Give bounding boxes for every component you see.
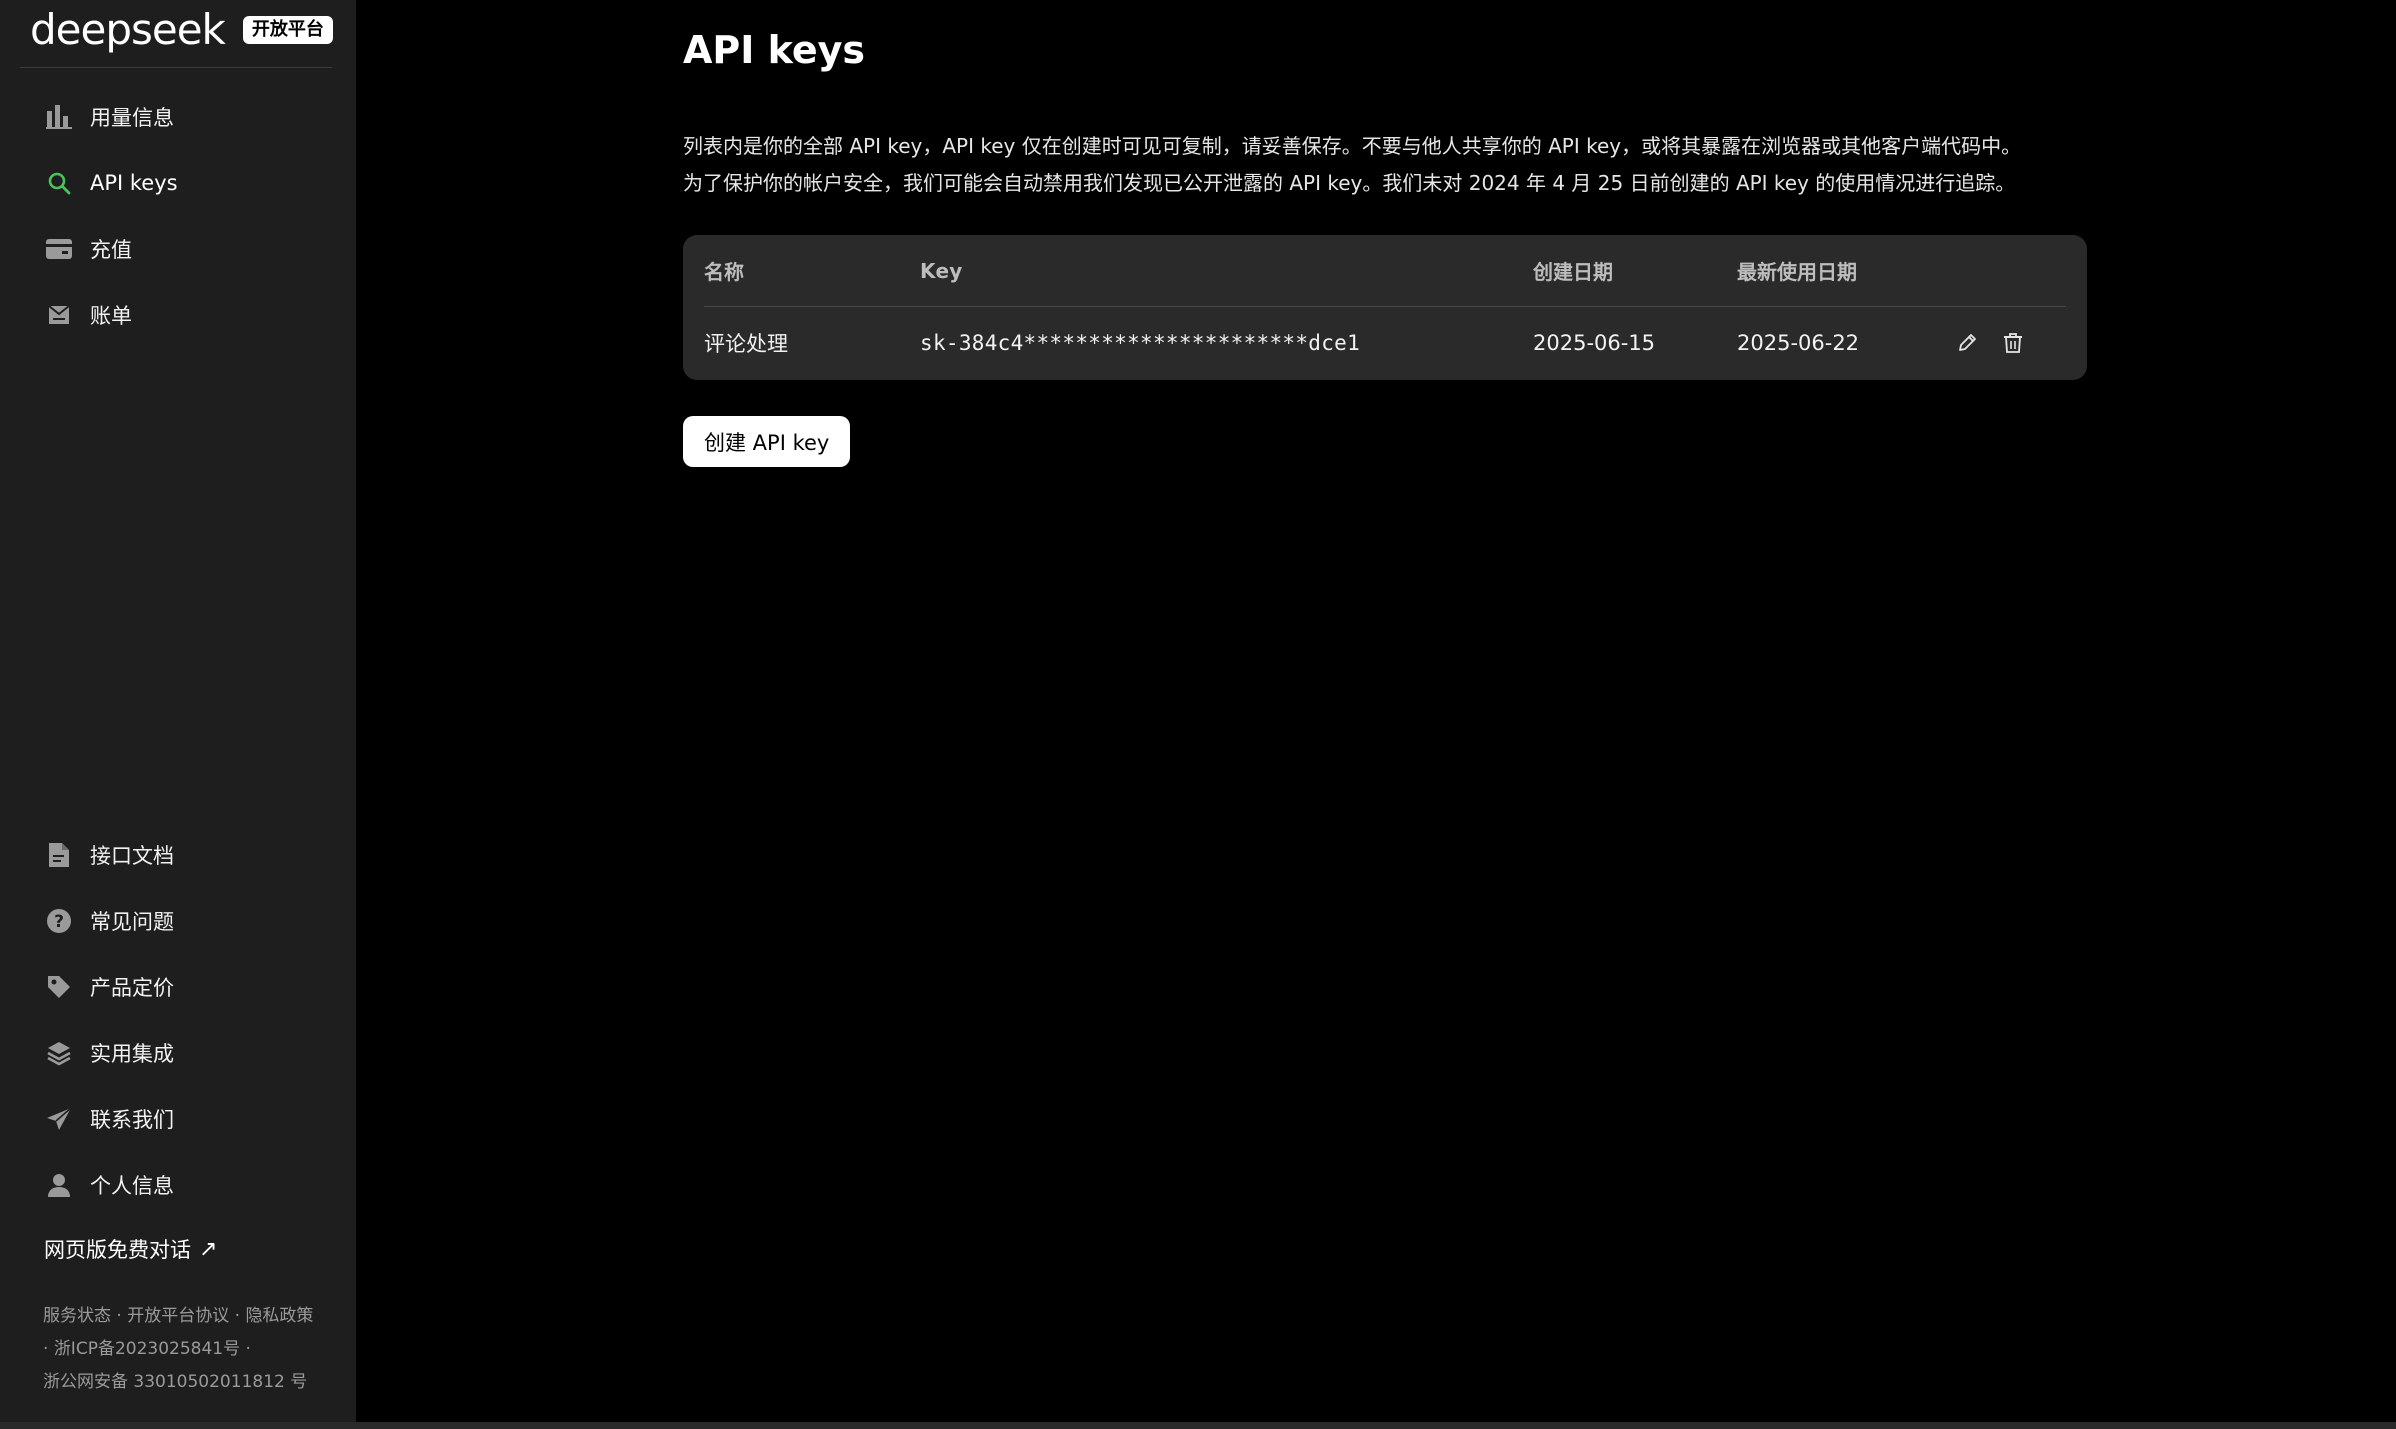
edit-icon[interactable] [1953,329,1981,357]
column-header-name: 名称 [704,260,744,284]
sidebar-item-faq[interactable]: ? 常见问题 [0,888,356,954]
key-created-date: 2025-06-15 [1533,331,1656,355]
table-row: 评论处理 sk-384c4**********************dce1 … [704,307,2066,379]
table-header: 名称 Key 创建日期 最新使用日期 [704,235,2066,307]
page-description: 列表内是你的全部 API key，API key 仅在创建时可见可复制，请妥善保… [683,128,2103,202]
page-title: API keys [683,28,866,72]
sidebar-item-docs[interactable]: 接口文档 [0,822,356,888]
document-icon [45,841,73,869]
sidebar-item-label: 账单 [90,304,132,328]
police-record-link[interactable]: 浙公网安备 33010502011812 号 [43,1372,307,1392]
sidebar: deepseek 开放平台 用量信息 API keys 充值 账单 接口文档 ?… [0,0,356,1422]
sidebar-item-label: 产品定价 [90,976,174,1000]
key-name: 评论处理 [704,332,788,356]
question-icon: ? [45,907,73,935]
privacy-policy-link[interactable]: 隐私政策 [245,1306,313,1326]
row-actions [1953,329,2027,357]
deepseek-logo[interactable]: deepseek [30,9,226,51]
wallet-icon [45,235,73,263]
footer-separator: · [43,1339,54,1359]
sidebar-item-label: 接口文档 [90,844,174,868]
sidebar-top-nav: 用量信息 API keys 充值 账单 [0,84,356,348]
bar-chart-icon [45,103,73,131]
footer-separator: · [111,1306,128,1326]
search-icon [45,169,73,197]
platform-badge: 开放平台 [242,16,333,44]
user-icon [45,1171,73,1199]
svg-text:?: ? [54,912,64,932]
sidebar-item-label: 充值 [90,238,132,262]
sidebar-item-label: 实用集成 [90,1042,174,1066]
send-icon [45,1105,73,1133]
external-link-icon: ↗ [199,1236,218,1262]
layers-icon [45,1039,73,1067]
sidebar-item-label: 用量信息 [90,106,174,130]
platform-agreement-link[interactable]: 开放平台协议 [127,1306,229,1326]
sidebar-item-label: 常见问题 [90,910,174,934]
delete-icon[interactable] [1999,329,2027,357]
icp-link[interactable]: 浙ICP备2023025841号 [54,1339,240,1359]
sidebar-item-label: API keys [90,171,178,195]
sidebar-item-integrations[interactable]: 实用集成 [0,1020,356,1086]
sidebar-item-label: 联系我们 [90,1108,174,1132]
sidebar-divider [20,67,332,68]
sidebar-item-pricing[interactable]: 产品定价 [0,954,356,1020]
key-last-used-date: 2025-06-22 [1737,331,1860,355]
sidebar-item-api-keys[interactable]: API keys [0,150,356,216]
description-line: 列表内是你的全部 API key，API key 仅在创建时可见可复制，请妥善保… [683,134,2022,158]
key-value: sk-384c4**********************dce1 [920,331,1361,355]
sidebar-bottom-nav: 接口文档 ? 常见问题 产品定价 实用集成 联系我们 个人信息 [0,822,356,1218]
column-header-key: Key [920,258,963,283]
create-api-key-button[interactable]: 创建 API key [683,416,851,467]
footer-separator: · [229,1306,246,1326]
web-chat-label: 网页版免费对话 [44,1238,191,1262]
footer-links: 服务状态 · 开放平台协议 · 隐私政策 · 浙ICP备2023025841号 … [43,1300,343,1399]
sidebar-item-usage[interactable]: 用量信息 [0,84,356,150]
sidebar-item-contact[interactable]: 联系我们 [0,1086,356,1152]
api-keys-table: 名称 Key 创建日期 最新使用日期 评论处理 sk-384c4********… [683,235,2087,380]
column-header-last-used: 最新使用日期 [1737,260,1857,284]
sidebar-item-profile[interactable]: 个人信息 [0,1152,356,1218]
tag-icon [45,973,73,1001]
horizontal-scrollbar[interactable] [0,1422,2396,1429]
sidebar-item-label: 个人信息 [90,1174,174,1198]
footer-separator: · [240,1339,251,1359]
web-chat-link[interactable]: 网页版免费对话 ↗ [44,1234,217,1264]
bill-icon [45,301,73,329]
service-status-link[interactable]: 服务状态 [43,1306,111,1326]
column-header-created: 创建日期 [1533,260,1613,284]
sidebar-item-billing[interactable]: 账单 [0,282,356,348]
brand[interactable]: deepseek 开放平台 [30,0,333,60]
sidebar-item-recharge[interactable]: 充值 [0,216,356,282]
description-line: 为了保护你的帐户安全，我们可能会自动禁用我们发现已公开泄露的 API key。我… [683,171,2016,195]
